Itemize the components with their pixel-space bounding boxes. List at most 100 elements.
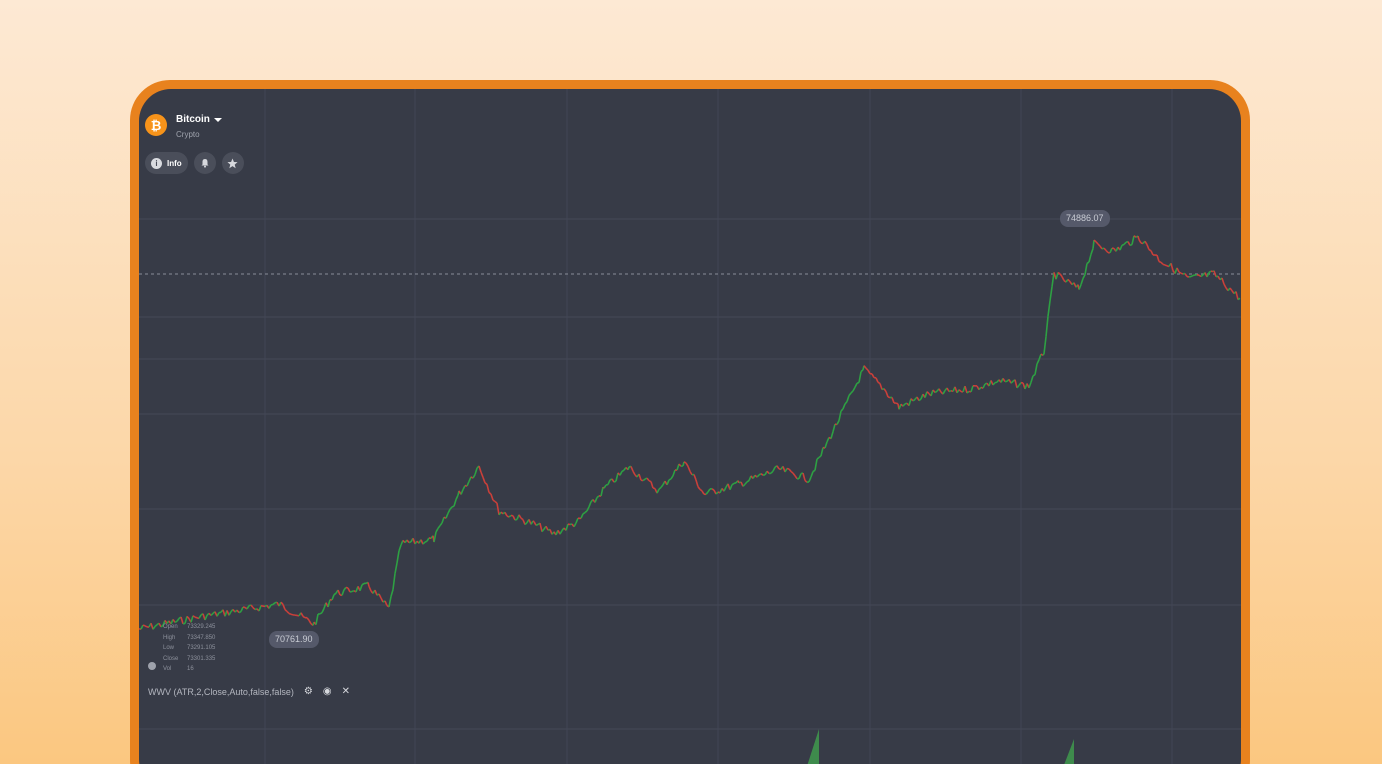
price-segment xyxy=(733,482,737,485)
price-segment xyxy=(319,611,323,615)
price-segment xyxy=(1086,261,1090,265)
price-segment xyxy=(198,614,202,619)
price-segment xyxy=(891,397,895,404)
price-segment xyxy=(908,398,912,406)
price-segment xyxy=(288,612,292,616)
price-segment xyxy=(236,609,240,614)
price-segment xyxy=(924,391,928,398)
price-segment xyxy=(883,388,887,392)
price-segment xyxy=(426,537,430,542)
price-segment xyxy=(638,473,642,481)
price-segment xyxy=(613,480,617,483)
price-segment xyxy=(650,481,654,489)
price-segment xyxy=(1105,249,1109,254)
price-segment xyxy=(723,486,727,492)
price-segment xyxy=(842,403,846,410)
close-icon[interactable]: ✕ xyxy=(342,686,350,697)
price-chart[interactable] xyxy=(139,89,1241,764)
price-segment xyxy=(1213,270,1217,277)
price-segment xyxy=(1095,241,1099,245)
price-segment xyxy=(1099,245,1103,250)
ohlc-value: 73291.105 xyxy=(187,645,216,651)
price-segment xyxy=(1144,240,1148,245)
gear-icon[interactable]: ⚙ xyxy=(304,686,313,697)
asset-selector[interactable]: Bitcoin xyxy=(176,114,222,125)
price-segment xyxy=(1084,263,1088,275)
price-segment xyxy=(204,614,208,621)
price-segment xyxy=(729,484,733,490)
price-segment xyxy=(806,481,810,484)
price-segment xyxy=(460,489,464,495)
price-segment xyxy=(619,471,623,476)
price-segment xyxy=(792,472,796,477)
ohlc-key: Vol xyxy=(163,666,172,672)
alert-button[interactable] xyxy=(193,152,216,174)
price-segment xyxy=(648,479,652,483)
price-segment xyxy=(331,594,335,601)
price-segment xyxy=(632,470,636,476)
price-segment xyxy=(879,383,883,390)
price-segment xyxy=(539,522,543,532)
price-segment xyxy=(695,479,699,487)
price-segment xyxy=(508,514,512,518)
price-segment xyxy=(630,466,634,472)
bell-icon xyxy=(201,159,209,168)
price-segment xyxy=(210,612,214,617)
favorite-button[interactable] xyxy=(221,152,244,174)
price-segment xyxy=(447,508,451,514)
price-segment xyxy=(451,505,455,508)
price-segment xyxy=(228,611,232,616)
price-segment xyxy=(260,604,264,607)
price-segment xyxy=(699,488,703,492)
price-segment xyxy=(689,470,693,476)
price-segment xyxy=(533,521,537,526)
price-segment xyxy=(144,625,148,628)
price-segment xyxy=(484,482,488,485)
price-segment xyxy=(520,517,524,521)
price-segment xyxy=(1123,241,1127,246)
price-segment xyxy=(466,481,470,487)
price-segment xyxy=(1208,270,1212,274)
price-segment xyxy=(535,523,539,526)
price-segment xyxy=(816,456,820,460)
price-segment xyxy=(877,381,881,385)
price-segment xyxy=(1206,272,1210,278)
price-segment xyxy=(1146,244,1150,250)
price-segment xyxy=(486,484,490,493)
indicator-name: WWV (ATR,2,Close,Auto,false,false) xyxy=(148,686,294,697)
ohlc-key: Open xyxy=(163,624,178,630)
price-segment xyxy=(756,474,760,478)
ohlc-row: Low 73291.105 xyxy=(163,643,215,654)
price-segment xyxy=(565,523,569,531)
asset-header[interactable]: ₿ Bitcoin Crypto xyxy=(145,114,222,139)
price-segment xyxy=(378,593,382,599)
price-segment xyxy=(1162,263,1166,266)
price-segment xyxy=(1043,336,1047,355)
price-segment xyxy=(1235,291,1239,300)
price-segment xyxy=(808,476,812,483)
price-segment xyxy=(656,488,660,494)
price-segment xyxy=(711,488,715,491)
price-segment xyxy=(1028,382,1032,389)
price-segment xyxy=(607,479,611,485)
price-segment xyxy=(154,624,158,628)
info-icon: i xyxy=(151,157,162,169)
price-segment xyxy=(1067,278,1071,283)
price-segment xyxy=(824,441,828,449)
price-segment xyxy=(895,402,899,405)
info-icon[interactable] xyxy=(148,662,156,670)
price-segment xyxy=(934,390,938,394)
eye-icon[interactable]: ◉ xyxy=(323,686,332,697)
price-segment xyxy=(1057,271,1061,275)
price-segment xyxy=(545,525,549,531)
price-segment xyxy=(1045,316,1049,337)
price-segment xyxy=(300,612,304,617)
price-segment xyxy=(1176,267,1180,273)
price-segment xyxy=(453,499,457,507)
chevron-down-icon xyxy=(213,117,222,122)
price-segment xyxy=(902,403,906,407)
indicator-toolbar: WWV (ATR,2,Close,Auto,false,false) ⚙ ◉ ✕ xyxy=(148,686,350,697)
price-segment xyxy=(575,517,579,524)
info-button[interactable]: i Info xyxy=(145,152,188,174)
price-segment xyxy=(705,491,709,495)
